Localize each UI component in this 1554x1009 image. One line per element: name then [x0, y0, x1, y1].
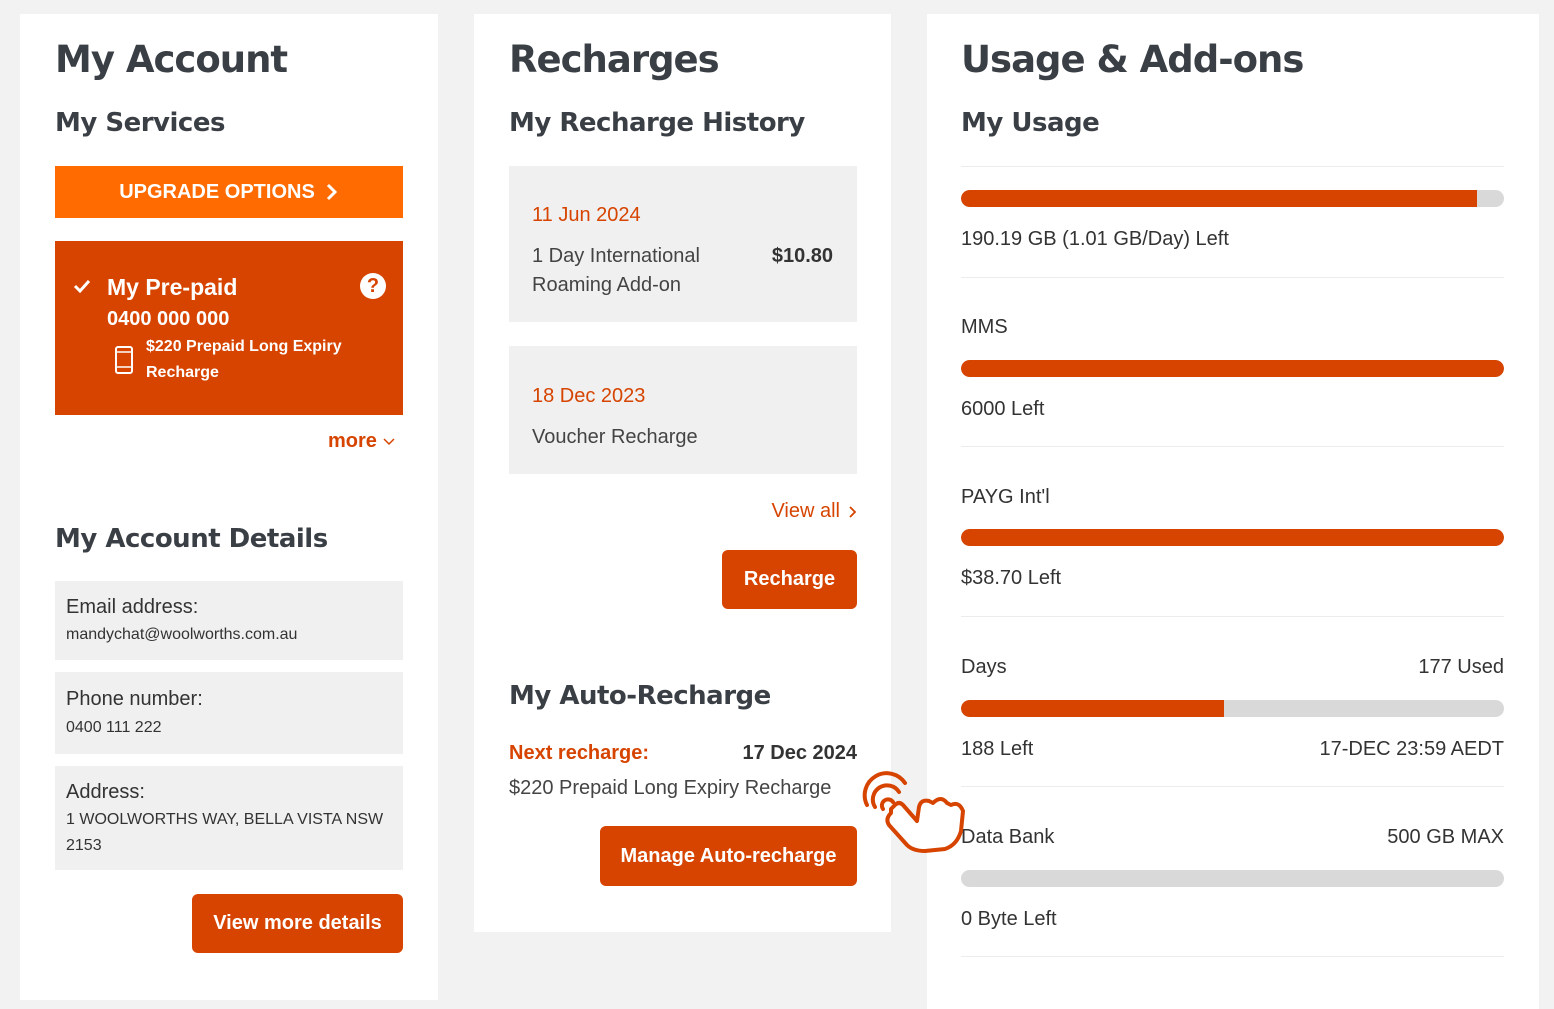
next-recharge-date: 17 Dec 2024 — [742, 742, 857, 764]
my-account-card: My Account My Services UPGRADE OPTIONS M… — [20, 14, 438, 1000]
email-label: Email address: — [66, 596, 199, 618]
recharge-history-item: 18 Dec 2023 Voucher Recharge — [509, 346, 857, 474]
usage-divider — [961, 446, 1504, 447]
manage-auto-recharge-button[interactable]: Manage Auto-recharge — [600, 826, 857, 886]
usage-bar-days — [961, 700, 1504, 717]
service-plan-line2: Recharge — [146, 364, 219, 381]
pointer-hand-icon — [862, 771, 965, 853]
usage-divider — [961, 616, 1504, 617]
usage-bar-fill — [961, 190, 1478, 207]
upgrade-options-label: UPGRADE OPTIONS — [119, 180, 315, 203]
service-plan-line1: $220 Prepaid Long Expiry — [146, 338, 342, 355]
auto-recharge-heading: My Auto-Recharge — [509, 681, 771, 711]
view-all-label: View all — [771, 500, 840, 522]
email-value: mandychat@woolworths.com.au — [66, 626, 298, 643]
mobile-phone-icon — [115, 346, 133, 374]
usage-left-payg: $38.70 Left — [961, 567, 1062, 589]
view-all-link[interactable]: View all — [771, 500, 857, 523]
usage-divider — [961, 786, 1504, 787]
usage-bar-fill — [961, 529, 1504, 546]
chevron-right-icon — [849, 505, 857, 518]
account-details-heading: My Account Details — [55, 524, 328, 554]
service-number: 0400 000 000 — [107, 308, 230, 330]
recharge-desc-line2: Roaming Add-on — [532, 274, 681, 296]
recharge-desc-line1: 1 Day International — [532, 245, 700, 267]
usage-bar-data — [961, 190, 1504, 207]
usage-right-databank: 500 GB MAX — [1387, 826, 1504, 848]
recharge-date: 11 Jun 2024 — [532, 204, 641, 226]
help-question-icon[interactable]: ? — [360, 273, 386, 299]
email-detail-box: Email address: mandychat@woolworths.com.… — [55, 581, 403, 660]
usage-bar-payg — [961, 529, 1504, 546]
address-value-line1: 1 WOOLWORTHS WAY, BELLA VISTA NSW — [66, 811, 384, 828]
recharge-date: 18 Dec 2023 — [532, 385, 646, 407]
usage-label-databank: Data Bank — [961, 826, 1055, 848]
recharges-title: Recharges — [509, 38, 720, 81]
my-usage-heading: My Usage — [961, 108, 1100, 138]
address-detail-box: Address: 1 WOOLWORTHS WAY, BELLA VISTA N… — [55, 766, 403, 870]
usage-bar-mms — [961, 360, 1504, 377]
service-card-prepaid[interactable]: My Pre-paid 0400 000 000 $220 Prepaid Lo… — [55, 241, 403, 415]
usage-left-databank: 0 Byte Left — [961, 908, 1057, 930]
service-name: My Pre-paid — [107, 274, 238, 300]
recharge-button[interactable]: Recharge — [722, 550, 857, 609]
recharge-amount: $10.80 — [771, 245, 833, 267]
usage-divider — [961, 956, 1504, 957]
chevron-down-icon — [383, 437, 395, 445]
usage-divider — [961, 166, 1504, 167]
usage-title: Usage & Add-ons — [961, 38, 1304, 81]
usage-right-days: 177 Used — [1418, 656, 1504, 678]
phone-label: Phone number: — [66, 688, 203, 710]
recharge-desc-line1: Voucher Recharge — [532, 426, 698, 448]
usage-label-mms: MMS — [961, 316, 1008, 338]
my-account-title: My Account — [55, 38, 288, 81]
usage-bar-databank — [961, 870, 1504, 887]
usage-card: Usage & Add-ons My Usage 190.19 GB (1.01… — [927, 14, 1539, 1009]
my-services-heading: My Services — [55, 108, 225, 138]
usage-bar-fill — [961, 360, 1504, 377]
phone-detail-box: Phone number: 0400 111 222 — [55, 672, 403, 754]
usage-label-days: Days — [961, 656, 1007, 678]
recharges-card: Recharges My Recharge History 11 Jun 202… — [474, 14, 891, 932]
chevron-right-icon — [326, 183, 337, 201]
usage-left-data: 190.19 GB (1.01 GB/Day) Left — [961, 228, 1229, 250]
usage-label-payg: PAYG Int'l — [961, 486, 1050, 508]
next-recharge-plan: $220 Prepaid Long Expiry Recharge — [509, 777, 832, 799]
upgrade-options-button[interactable]: UPGRADE OPTIONS — [55, 166, 403, 218]
more-toggle[interactable]: more — [328, 430, 396, 453]
next-recharge-label: Next recharge: — [509, 742, 650, 764]
more-label: more — [328, 430, 377, 452]
recharge-history-heading: My Recharge History — [509, 108, 805, 138]
usage-expiry-days: 17-DEC 23:59 AEDT — [1319, 738, 1504, 760]
usage-divider — [961, 277, 1504, 278]
usage-left-mms: 6000 Left — [961, 398, 1045, 420]
address-value-line2: 2153 — [66, 837, 102, 854]
checkmark-icon — [73, 279, 91, 293]
usage-bar-fill — [961, 700, 1225, 717]
usage-left-days: 188 Left — [961, 738, 1034, 760]
address-label: Address: — [66, 781, 145, 803]
phone-value: 0400 111 222 — [66, 719, 162, 736]
view-more-details-button[interactable]: View more details — [192, 894, 403, 953]
recharge-history-item: 11 Jun 2024 1 Day International Roaming … — [509, 166, 857, 322]
